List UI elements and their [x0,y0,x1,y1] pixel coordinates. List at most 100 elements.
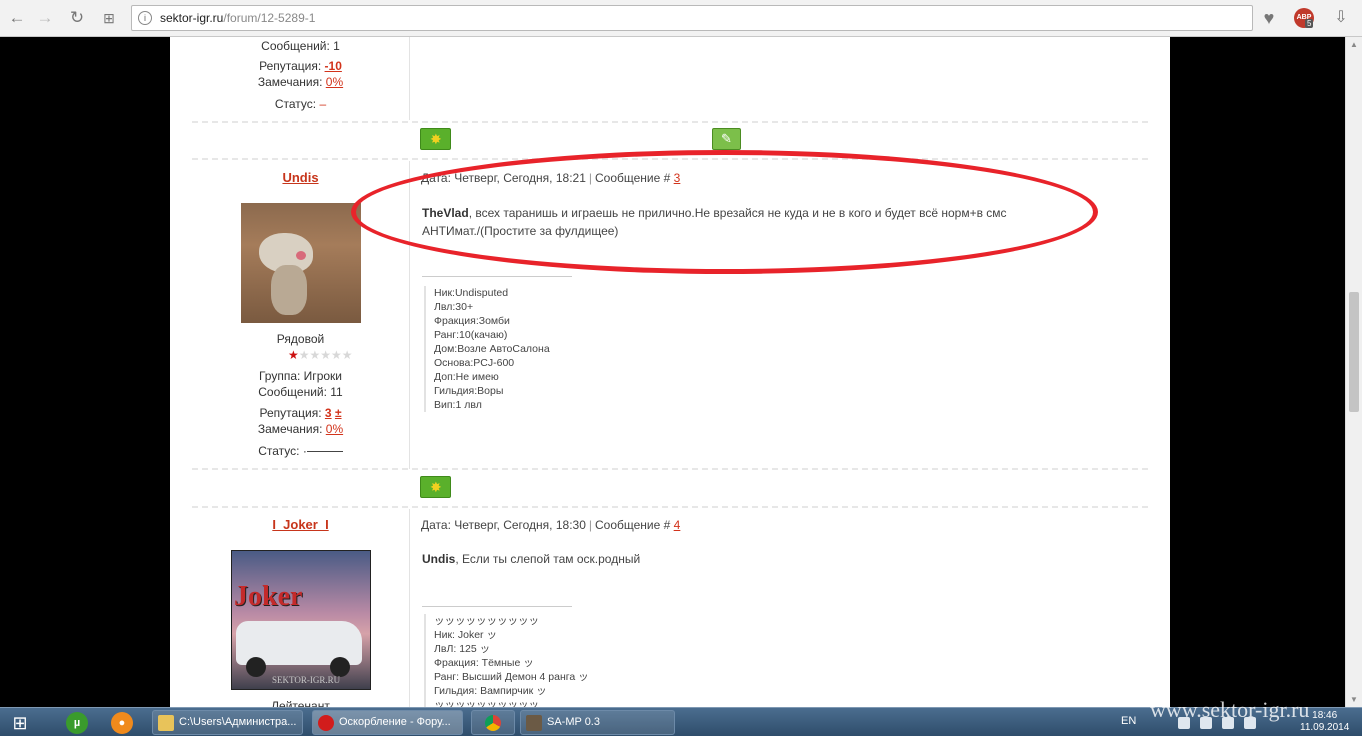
adblock-count-badge: 5 [1305,19,1314,28]
sig-line: Ник: Joker ッ [434,629,497,641]
post3-msg-number-link[interactable]: 3 [674,171,681,185]
address-bar[interactable]: i sektor-igr.ru/forum/12-5289-1 [131,5,1253,31]
site-watermark: www.sektor-igr.ru [1150,697,1310,722]
download-icon[interactable]: ⇩ [1330,7,1352,29]
post3-userinfo: Undis Рядовой ★★★★★★ Группа: Игроки Сооб… [192,161,409,467]
post3-quote-author[interactable]: TheVlad [422,206,469,220]
post4-signature: ッッッッッッッッッッ Ник: Joker ッ ЛвЛ: 125 ッ Фракц… [424,614,589,707]
post3-status-line [306,451,343,453]
post-separator [192,506,1148,508]
post3-msg-label: Сообщение # [595,171,671,185]
prev-messages-count: Сообщений: 1 [261,39,340,53]
avatar-watermark-text: SEKTOR-IGR.RU [272,675,341,685]
sig-line: ッッッッッッッッッッ [434,699,539,707]
avatar-joker-text: Joker [234,581,303,612]
back-arrow-icon[interactable]: ← [6,7,28,29]
post3-date: Четверг, Сегодня, 18:21 [454,171,586,185]
folder-icon [158,715,174,731]
post4-rank: Лейтенант [271,699,330,707]
avatar-car-wheel [246,657,266,677]
signature-rule [422,276,572,277]
chrome-icon [485,715,501,731]
forward-arrow-icon[interactable]: → [34,7,56,29]
forum-page: Сообщений: 1 Репутация: -10 Замечания: 0… [170,37,1170,707]
column-divider [409,509,410,707]
signature-rule [422,606,572,607]
taskbar-samp-label: SA-MP 0.3 [547,716,600,728]
post3-rank-stars: ★★★★★★ [288,348,353,362]
post3-date-label: Дата: [421,171,451,185]
avatar-car-wheel [330,657,350,677]
scroll-thumb[interactable] [1349,292,1359,412]
url-text[interactable]: sektor-igr.ru/forum/12-5289-1 [160,11,315,25]
post3-status-label: Статус: [258,444,300,458]
sun-award-icon[interactable] [420,476,451,498]
browser-launcher-icon[interactable]: ● [111,712,133,734]
post3-rep-change-link[interactable]: ± [335,406,342,420]
post3-status: Статус: · [192,444,409,458]
prev-status-label: Статус: [274,97,317,111]
prev-rep-value-link[interactable]: -10 [325,59,342,73]
prev-reputation: Репутация: -10 [192,59,409,73]
sig-line: Фракция: Тёмные ッ [434,657,534,669]
scroll-up-arrow-icon[interactable]: ▲ [1350,40,1358,49]
post3-body-line1: , всех таранишь и играешь не прилично.Не… [468,206,1007,220]
page-scrollbar[interactable]: ▲ ▼ [1345,37,1362,707]
sig-line: Гильдия: Вампирчик ッ [434,685,547,697]
reload-icon[interactable]: ↻ [66,7,88,29]
post3-username-link[interactable]: Undis [282,170,318,185]
apps-grid-icon[interactable]: ⊞ [98,7,120,29]
taskbar-explorer-window[interactable]: C:\Users\Администра... [152,710,303,735]
post3-warn-label: Замечания: [257,422,323,436]
post3-messages-count: Сообщений: 11 [258,385,343,399]
sig-line: Основа:PCJ-600 [434,357,515,369]
page-info-icon[interactable]: i [138,11,152,25]
sig-line: Ник:Undisputed [434,287,509,299]
language-indicator[interactable]: EN [1121,715,1136,727]
post4-body: , Если ты слепой там оск.родный [455,552,641,566]
prev-warnings: Замечания: 0% [192,75,409,89]
post4-userinfo: I_Joker_I Joker SEKTOR-IGR.RU Лейтенант [192,509,409,707]
post3-signature: Ник:Undisputed Лвл:30+ Фракция:Зомби Ран… [424,286,550,412]
prev-warn-value-link[interactable]: 0% [326,75,343,89]
post4-date-label: Дата: [421,518,451,532]
browser-toolbar: ← → ↻ ⊞ i sektor-igr.ru/forum/12-5289-1 … [0,0,1362,37]
post3-warn-value-link[interactable]: 0% [326,422,343,436]
post4-username-link[interactable]: I_Joker_I [272,517,328,532]
post3-avatar [241,203,361,323]
avatar-creature-body [271,265,307,315]
post4-msg-number-link[interactable]: 4 [674,518,681,532]
sig-line: Фракция:Зомби [434,315,510,327]
post4-date: Четверг, Сегодня, 18:30 [454,518,586,532]
post4-msg-label: Сообщение # [595,518,671,532]
scroll-down-arrow-icon[interactable]: ▼ [1350,695,1358,704]
sig-line: Ранг: Высший Демон 4 ранга ッ [434,671,589,683]
samp-icon [526,715,542,731]
taskbar-samp-window[interactable]: SA-MP 0.3 [520,710,675,735]
post3-rank: Рядовой [276,332,325,346]
sig-line: Доп:Не имею [434,371,499,383]
utorrent-icon[interactable]: µ [66,712,88,734]
sig-line: ッッッッッッッッッッ [434,615,539,627]
taskbar-opera-label: Оскорбление - Фору... [339,716,451,728]
avatar-creature-nose [296,251,306,260]
post3-message: TheVlad, всех таранишь и играешь не прил… [422,204,1102,240]
post3-rep-value-link[interactable]: 3 [325,406,332,420]
post4-quote-author[interactable]: Undis [422,552,455,566]
taskbar-opera-window[interactable]: Оскорбление - Фору... [312,710,463,735]
sun-award-icon[interactable] [420,128,451,150]
sig-line: ЛвЛ: 125 ッ [434,643,491,655]
column-divider [409,161,410,469]
opera-icon [318,715,334,731]
taskbar-chrome-window[interactable] [471,710,515,735]
bookmark-heart-icon[interactable]: ♥ [1258,7,1280,29]
windows-start-icon[interactable]: ⊞ [8,712,32,734]
prev-status: Статус: – [192,97,409,111]
post4-header: Дата: Четверг, Сегодня, 18:30 | Сообщение … [421,518,681,532]
post4-avatar: Joker SEKTOR-IGR.RU [231,550,371,690]
post4-message: Undis, Если ты слепой там оск.родный [422,550,1102,568]
post-separator [192,158,1148,160]
post3-header: Дата: Четверг, Сегодня, 18:21 | Сообщение … [421,171,681,185]
edit-post-icon[interactable] [712,128,741,150]
column-divider [409,37,410,120]
